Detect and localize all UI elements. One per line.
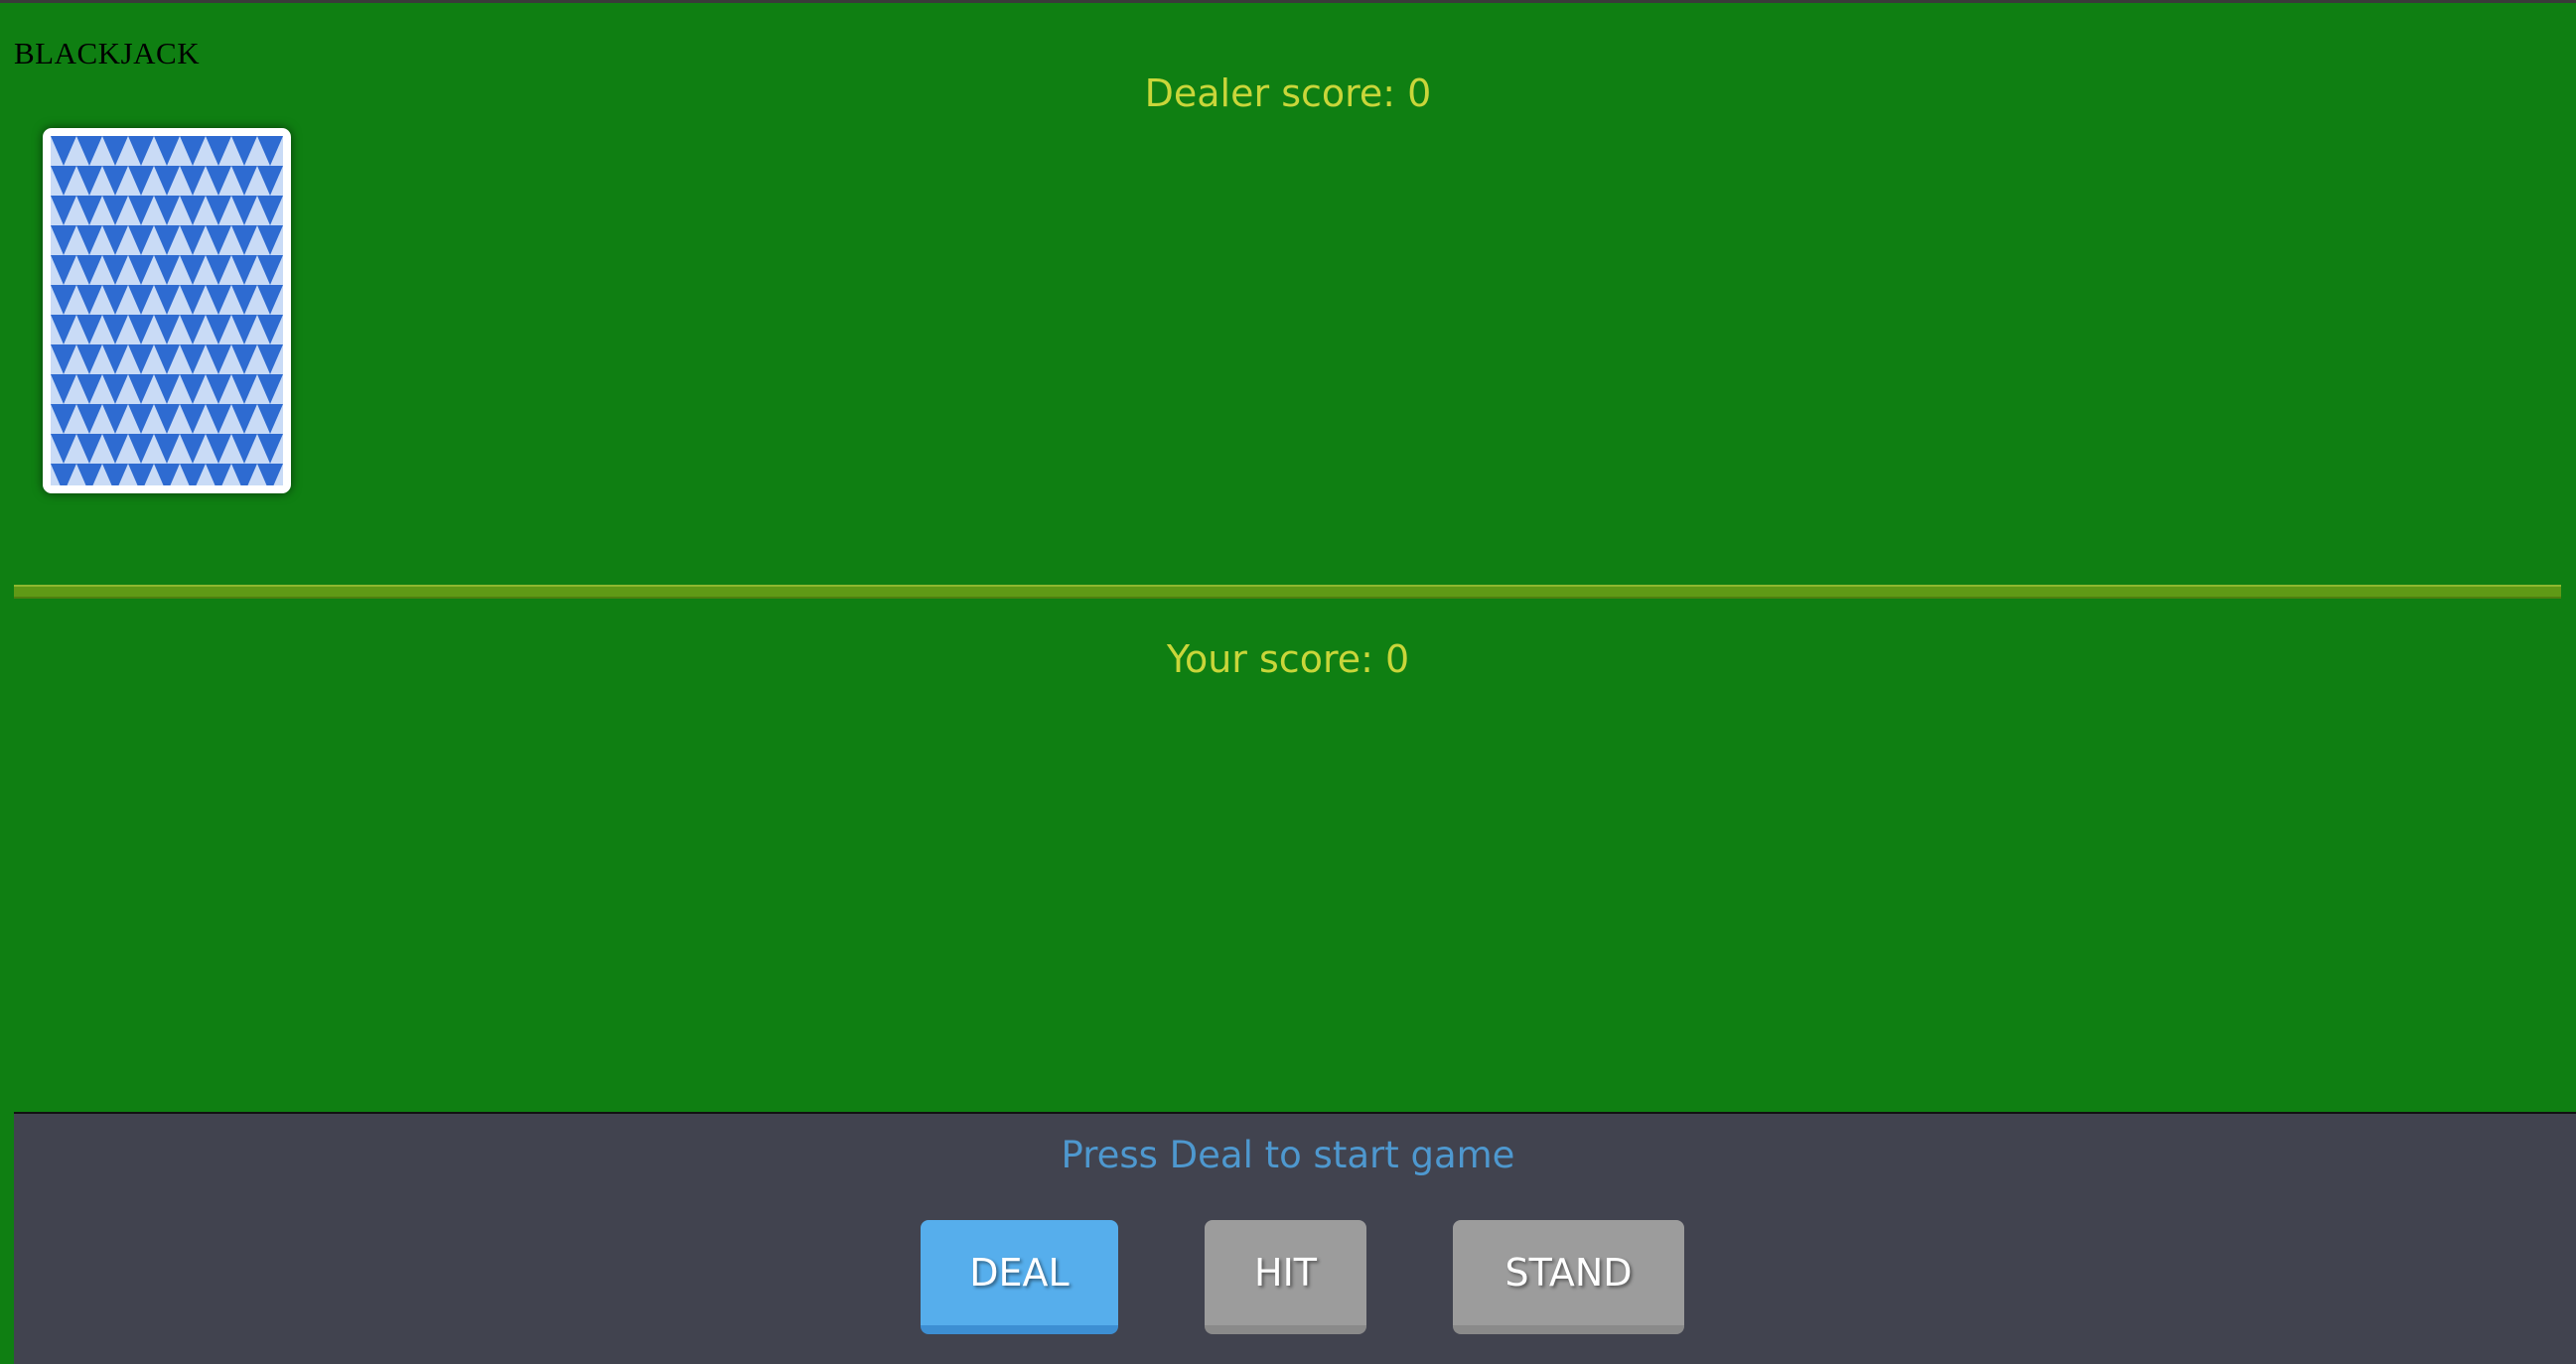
card-back-icon <box>51 136 283 485</box>
app-title: BLACKJACK <box>14 36 201 70</box>
deal-button[interactable]: DEAL <box>921 1220 1118 1334</box>
stand-button[interactable]: STAND <box>1453 1220 1684 1334</box>
player-score: Your score: 0 <box>1166 637 1410 681</box>
table-divider <box>14 585 2561 599</box>
window-top-border <box>0 0 2576 3</box>
dealer-score: Dealer score: 0 <box>1144 71 1432 115</box>
hit-button[interactable]: HIT <box>1205 1220 1366 1334</box>
status-message: Press Deal to start game <box>1061 1134 1515 1176</box>
deck-card-back <box>43 128 291 493</box>
